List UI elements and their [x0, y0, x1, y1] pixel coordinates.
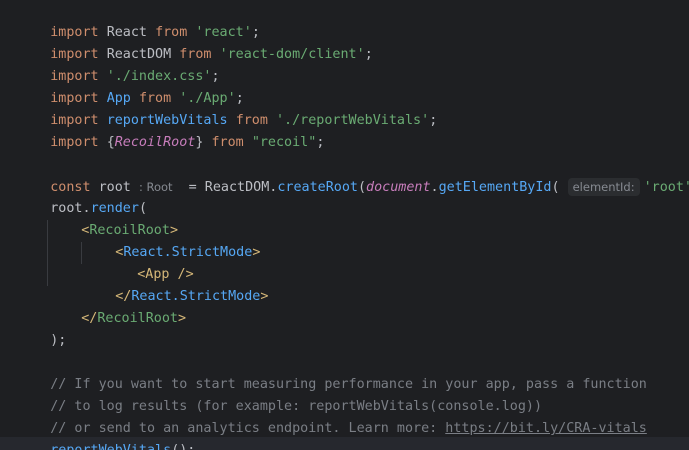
punctuation: .	[430, 180, 439, 195]
punctuation: (	[357, 180, 367, 195]
punctuation: ();	[171, 443, 195, 450]
keyword: import	[50, 135, 99, 150]
code-line-13: </React.StrictMode>	[83, 264, 268, 304]
punctuation: ;	[364, 47, 373, 62]
string-literal: "recoil"	[251, 135, 317, 150]
function-call: createRoot	[277, 180, 358, 195]
tag-bracket: </	[81, 311, 98, 326]
punctuation: );	[50, 333, 67, 348]
punctuation: ;	[316, 135, 325, 150]
indent-guide	[81, 242, 82, 264]
jsx-tag: RecoilRoot	[97, 311, 178, 326]
gutter	[0, 0, 6, 450]
punctuation: }	[195, 135, 204, 150]
identifier: RecoilRoot	[114, 135, 196, 150]
expression: = ReactDOM.	[180, 180, 278, 195]
parameter-hint: elementId:	[567, 178, 640, 196]
indent-guide	[47, 220, 48, 286]
code-line-18: // to log results (for example: reportWe…	[18, 374, 542, 414]
tag-bracket: >	[260, 289, 269, 304]
code-line-6: import {RecoilRoot} from "recoil";	[18, 110, 324, 150]
code-line-3: import './index.css';	[18, 44, 219, 84]
code-editor[interactable]: import React from 'react'; import ReactD…	[0, 0, 689, 450]
code-line-1: import React from 'react';	[18, 0, 260, 40]
string-literal: 'react-dom/client'	[219, 47, 365, 62]
code-line-12: <App />	[105, 242, 193, 282]
comment-link[interactable]: https://bit.ly/CRA-vitals	[445, 421, 647, 436]
code-line-19: // or send to an analytics endpoint. Lea…	[18, 396, 647, 436]
punctuation: ;	[429, 113, 438, 128]
function-call: reportWebVitals	[50, 443, 171, 450]
code-line-14: </RecoilRoot>	[49, 286, 186, 326]
punctuation: (	[551, 180, 560, 195]
code-line-10: <RecoilRoot>	[49, 198, 178, 238]
code-line-5: import reportWebVitals from './reportWeb…	[18, 88, 437, 128]
identifier: document	[366, 180, 431, 195]
code-line-9: root.render(	[18, 176, 147, 216]
code-line-8: const root : Root = ReactDOM.createRoot(…	[18, 154, 689, 196]
tag-bracket: >	[178, 311, 187, 326]
function-call: getElementById	[438, 180, 552, 195]
tag-bracket: >	[252, 245, 261, 260]
code-line-17: // If you want to start measuring perfor…	[18, 352, 647, 392]
code-line-15: );	[18, 308, 66, 348]
keyword: from	[211, 135, 244, 150]
string-literal: 'root'	[643, 180, 689, 195]
code-line-11: <React.StrictMode>	[83, 220, 260, 260]
code-line-20: reportWebVitals();	[18, 418, 195, 450]
code-line-2: import ReactDOM from 'react-dom/client';	[18, 22, 373, 62]
code-line-4: import App from './App';	[18, 66, 244, 106]
punctuation: {	[106, 135, 115, 150]
